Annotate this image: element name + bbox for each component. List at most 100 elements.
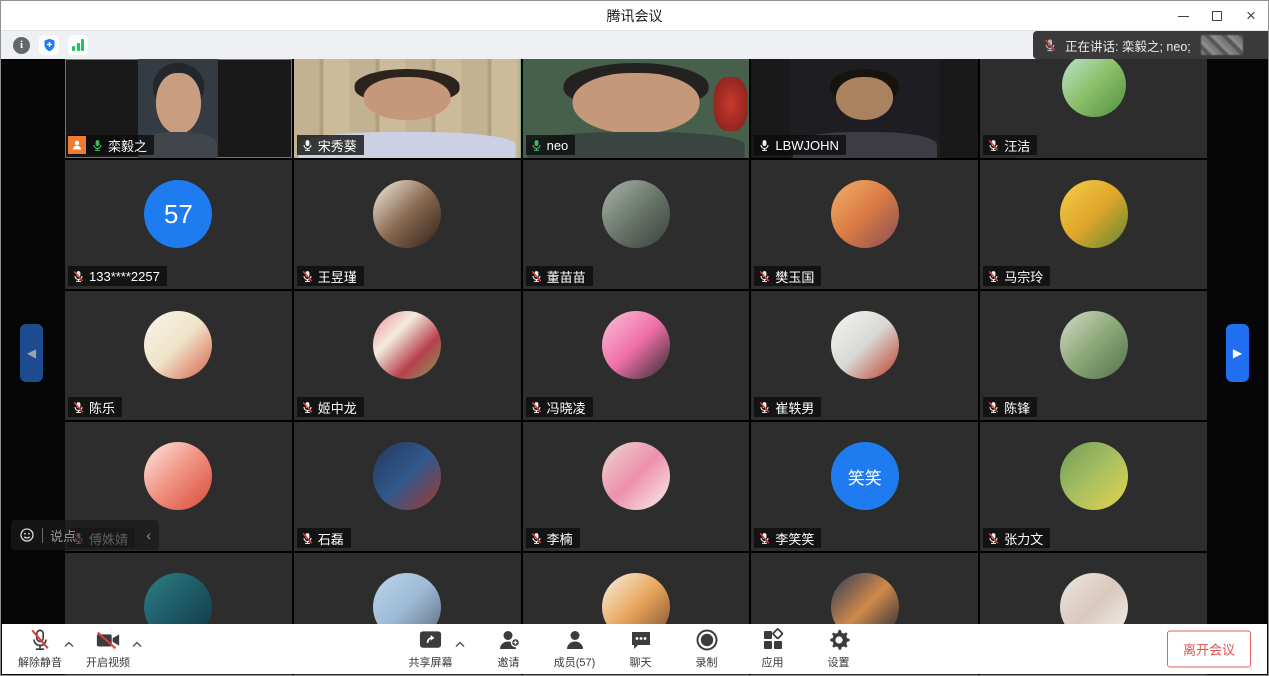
titlebar: 腾讯会议 × <box>1 1 1268 31</box>
avatar <box>1060 180 1128 248</box>
participant-tile[interactable]: 李楠 <box>523 422 750 551</box>
apps-label: 应用 <box>762 654 784 670</box>
participant-name-tag: neo <box>526 135 576 155</box>
participant-name-tag: 张力文 <box>983 528 1050 548</box>
participant-name: 汪洁 <box>1004 136 1030 155</box>
participant-name-tag: 董苗苗 <box>526 266 593 286</box>
participant-name-tag: 陈乐 <box>68 397 122 417</box>
leave-meeting-button[interactable]: 离开会议 <box>1167 631 1251 668</box>
participant-tile[interactable]: 樊玉国 <box>751 160 978 289</box>
participant-tile[interactable]: 栾毅之 <box>65 59 292 158</box>
record-button[interactable]: 录制 <box>685 628 729 670</box>
close-button[interactable]: × <box>1234 1 1268 31</box>
video-grid: 栾毅之 宋秀葵 neo LBWJOHN 汪洁57 133****2257 王 <box>65 59 1207 676</box>
participant-name: 马宗玲 <box>1004 267 1043 286</box>
participant-name-tag: 宋秀葵 <box>297 135 364 155</box>
chevron-up-icon[interactable] <box>64 641 74 648</box>
mic-muted-icon <box>987 138 1000 153</box>
participant-name: 冯晓凌 <box>547 398 586 417</box>
mic-muted-icon <box>1043 37 1057 53</box>
camera-muted-icon <box>95 628 121 652</box>
participant-name: 陈乐 <box>89 398 115 417</box>
share-screen-label: 共享屏幕 <box>409 654 453 670</box>
participant-tile[interactable]: 张力文 <box>980 422 1207 551</box>
participant-name-tag: 崔轶男 <box>754 397 821 417</box>
participant-name: 樊玉国 <box>775 267 814 286</box>
participant-tile[interactable]: 汪洁 <box>980 59 1207 158</box>
settings-label: 设置 <box>828 654 850 670</box>
participant-name-tag: 樊玉国 <box>754 266 821 286</box>
participant-tile[interactable]: 王昱瑾 <box>294 160 521 289</box>
participant-name-tag: 石磊 <box>297 528 351 548</box>
participant-tile[interactable]: 陈乐 <box>65 291 292 420</box>
avatar <box>602 311 670 379</box>
members-button[interactable]: 成员(57) <box>553 628 597 670</box>
record-icon <box>695 628 719 652</box>
security-shield-icon[interactable] <box>39 35 59 55</box>
participant-name: 陈锋 <box>1004 398 1030 417</box>
collapse-arrow-icon[interactable]: ‹ <box>146 527 151 543</box>
participant-tile[interactable]: 崔轶男 <box>751 291 978 420</box>
start-video-button[interactable]: 开启视频 <box>86 628 130 670</box>
record-label: 录制 <box>696 654 718 670</box>
participant-name: neo <box>547 138 569 153</box>
chevron-up-icon[interactable] <box>132 641 142 648</box>
participant-tile[interactable]: 57 133****2257 <box>65 160 292 289</box>
chevron-up-icon[interactable] <box>455 641 465 648</box>
apps-button[interactable]: 应用 <box>751 628 795 670</box>
mic-muted-icon <box>987 269 1000 284</box>
meeting-info-icon[interactable]: i <box>13 37 30 54</box>
divider <box>42 528 43 543</box>
participant-name-tag: 冯晓凌 <box>526 397 593 417</box>
participant-name: 李楠 <box>547 529 573 548</box>
network-signal-icon[interactable] <box>68 35 88 55</box>
participant-tile[interactable]: 董苗苗 <box>523 160 750 289</box>
chat-input-placeholder[interactable]: 说点 <box>50 526 139 545</box>
participant-tile[interactable]: 石磊 <box>294 422 521 551</box>
participant-name-tag: 133****2257 <box>68 266 167 286</box>
speaking-indicator: 正在讲话: 栾毅之; neo; <box>1033 31 1268 59</box>
avatar <box>831 180 899 248</box>
chat-quickbar[interactable]: 说点 ‹ <box>11 520 159 550</box>
participant-tile[interactable]: 宋秀葵 <box>294 59 521 158</box>
members-icon <box>563 628 587 652</box>
avatar-text: 57 <box>144 180 212 248</box>
avatar <box>1060 442 1128 510</box>
toolbar-center: 共享屏幕 邀请 成员(57) <box>409 628 861 670</box>
settings-button[interactable]: 设置 <box>817 628 861 670</box>
restore-icon <box>1212 11 1222 21</box>
participant-name-tag: 马宗玲 <box>983 266 1050 286</box>
invite-button[interactable]: 邀请 <box>487 628 531 670</box>
prev-page-arrow[interactable]: ◀ <box>20 324 43 382</box>
avatar <box>144 311 212 379</box>
mic-icon <box>301 138 314 153</box>
next-page-arrow[interactable]: ▶ <box>1226 324 1249 382</box>
participant-tile[interactable]: 笑笑 李笑笑 <box>751 422 978 551</box>
minimize-button[interactable] <box>1166 1 1200 31</box>
participant-tile[interactable]: 马宗玲 <box>980 160 1207 289</box>
restore-button[interactable] <box>1200 1 1234 31</box>
mic-muted-icon <box>530 531 543 546</box>
participant-tile[interactable]: 陈锋 <box>980 291 1207 420</box>
participant-name: 李笑笑 <box>775 529 814 548</box>
chat-button[interactable]: 聊天 <box>619 628 663 670</box>
emoji-icon[interactable] <box>19 527 35 543</box>
participant-name-tag: 栾毅之 <box>68 135 154 155</box>
participant-name-tag: 姬中龙 <box>297 397 364 417</box>
avatar: 57 <box>144 180 212 248</box>
toolbar-right: 离开会议 <box>1167 631 1251 668</box>
toolbar: 解除静音 开启视频 <box>2 624 1267 674</box>
participant-name: 王昱瑾 <box>318 267 357 286</box>
participant-tile[interactable]: 姬中龙 <box>294 291 521 420</box>
unmute-button[interactable]: 解除静音 <box>18 628 62 670</box>
share-screen-button[interactable]: 共享屏幕 <box>409 628 453 670</box>
mic-muted-icon <box>987 531 1000 546</box>
chat-icon <box>629 628 653 652</box>
participant-tile[interactable]: LBWJOHN <box>751 59 978 158</box>
mic-icon <box>530 138 543 153</box>
participant-name: 张力文 <box>1004 529 1043 548</box>
participant-tile[interactable]: neo <box>523 59 750 158</box>
window-controls: × <box>1166 1 1268 31</box>
stage: 栾毅之 宋秀葵 neo LBWJOHN 汪洁57 133****2257 王 <box>1 59 1268 675</box>
participant-tile[interactable]: 冯晓凌 <box>523 291 750 420</box>
